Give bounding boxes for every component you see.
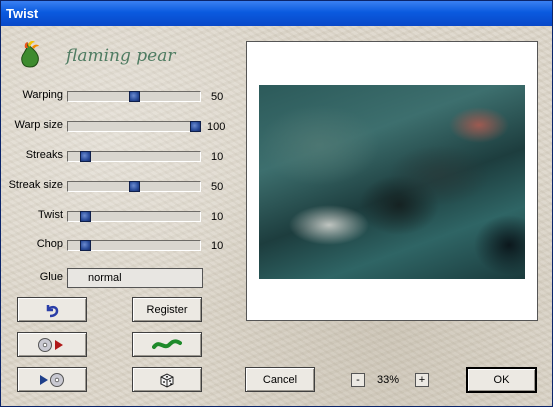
chop-slider[interactable] [67,240,201,251]
streaks-slider-thumb[interactable] [80,151,91,162]
warping-slider-thumb[interactable] [129,91,140,102]
preview-panel[interactable] [246,41,538,321]
title-bar[interactable]: Twist [1,1,552,26]
zoom-out-button[interactable]: - [351,373,365,387]
streaks-slider[interactable] [67,151,201,162]
twist-label: Twist [37,209,63,221]
undo-button[interactable] [17,297,87,322]
register-button[interactable]: Register [132,297,202,322]
streak-size-slider[interactable] [67,181,201,192]
glue-mode-select[interactable]: normal [67,268,203,288]
window-title: Twist [6,6,39,21]
streak-size-label: Streak size [8,179,63,191]
streaks-value: 10 [211,151,224,163]
flaming-pear-icon [21,41,39,68]
warping-value: 50 [211,91,224,103]
zoom-in-button[interactable]: + [415,373,429,387]
twist-value: 10 [211,211,224,223]
cancel-button[interactable]: Cancel [245,367,315,392]
streaks-label: Streaks [25,149,63,161]
randomize-button[interactable] [132,367,202,392]
wave-icon [152,338,182,349]
dialog-body: flaming pear Warping 50 Warp size 100 St… [1,26,552,406]
undo-arrow-icon [46,304,59,317]
twist-slider-thumb[interactable] [80,211,91,222]
brand-logo-text: flaming pear [66,46,176,66]
random-variation-button[interactable] [132,332,202,357]
chop-slider-thumb[interactable] [80,240,91,251]
warp-size-label: Warp size [14,119,64,131]
streak-size-slider-thumb[interactable] [129,181,140,192]
streak-size-value: 50 [211,181,224,193]
preview-image[interactable] [259,85,525,279]
disc-load-icon [40,372,64,387]
disc-save-icon [38,337,63,352]
save-settings-button[interactable] [17,332,87,357]
warping-label: Warping [22,89,63,101]
zoom-level: 33% [377,374,400,386]
ok-button[interactable]: OK [466,367,537,393]
chop-value: 10 [211,240,224,252]
warping-slider[interactable] [67,91,201,102]
warp-size-slider-thumb[interactable] [190,121,201,132]
dice-icon [160,372,174,388]
plugin-window: Twist flaming pear Warping 50 Warp size … [0,0,553,407]
twist-slider[interactable] [67,211,201,222]
load-settings-button[interactable] [17,367,87,392]
warp-size-slider[interactable] [67,121,201,132]
chop-label: Chop [36,238,63,250]
warp-size-value: 100 [207,121,226,133]
glue-label: Glue [39,271,63,283]
